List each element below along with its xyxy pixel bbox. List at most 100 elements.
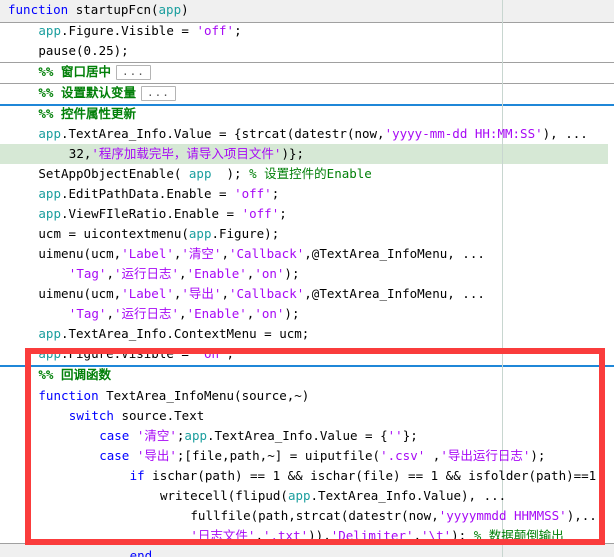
token-kw: function xyxy=(8,2,76,17)
code-line[interactable]: if ischar(path) == 1 && ischar(file) == … xyxy=(0,466,614,486)
code-line[interactable]: app.ViewFIleRatio.Enable = 'off'; xyxy=(0,204,614,224)
token-plain: }; xyxy=(402,428,418,443)
token-kw: if xyxy=(129,468,145,483)
token-prop: app xyxy=(38,126,61,141)
code-line[interactable]: app.TextArea_Info.Value = {strcat(datest… xyxy=(0,124,614,144)
code-line[interactable]: ucm = uicontextmenu(app.Figure); xyxy=(0,224,614,244)
token-prop: app xyxy=(38,186,61,201)
code-line-text: %% 回调函数 xyxy=(0,365,111,385)
code-line-text: app.TextArea_Info.Value = {strcat(datest… xyxy=(0,124,588,144)
code-line-text: ucm = uicontextmenu(app.Figure); xyxy=(0,224,279,244)
code-line[interactable]: SetAppObjectEnable( app ); % 设置控件的Enable xyxy=(0,164,614,184)
token-prop: app xyxy=(38,23,61,38)
token-plain: source.Text xyxy=(113,408,205,423)
code-line[interactable]: fullfile(path,strcat(datestr(now,'yyyymm… xyxy=(0,506,614,526)
code-line[interactable]: 'Tag','运行日志','Enable','on'); xyxy=(0,304,614,324)
token-plain: ; xyxy=(234,23,242,38)
token-str: 'off' xyxy=(196,23,235,38)
code-line[interactable]: 'Tag','运行日志','Enable','on'); xyxy=(0,264,614,284)
token-plain: ,@TextArea_InfoMenu, ... xyxy=(304,246,485,261)
token-com: % 数据颠倒输出 xyxy=(473,528,564,543)
matlab-code-editor[interactable]: function startupFcn(app) app.Figure.Visib… xyxy=(0,0,614,557)
code-line[interactable]: %% 控件属性更新 xyxy=(0,104,614,124)
code-line[interactable]: switch source.Text xyxy=(0,406,614,426)
token-plain: )), xyxy=(308,528,331,543)
code-line-text: %% 设置默认变量 xyxy=(0,83,136,103)
token-plain: , xyxy=(106,306,114,321)
code-fold-chip[interactable]: ... xyxy=(140,86,176,101)
token-plain: .Figure); xyxy=(211,226,280,241)
token-plain: ); xyxy=(451,528,474,543)
token-prop: app xyxy=(38,206,61,221)
token-plain: , xyxy=(179,266,187,281)
token-plain: ); xyxy=(211,166,250,181)
code-line-text: '日志文件','.txt')),'Delimiter','\t'); % 数据颠… xyxy=(0,526,564,546)
code-line[interactable]: function startupFcn(app) xyxy=(0,0,614,20)
token-plain: ucm = uicontextmenu( xyxy=(38,226,189,241)
code-line[interactable]: pause(0.25); xyxy=(0,41,614,61)
code-line[interactable]: function TextArea_InfoMenu(source,~) xyxy=(0,386,614,406)
code-line-text: app.Figure.Visible = 'on'; xyxy=(0,344,234,364)
token-str: '导出' xyxy=(136,448,177,463)
code-line[interactable]: app.EditPathData.Enable = 'off'; xyxy=(0,184,614,204)
code-line-text: 32,'程序加载完毕，请导入项目文件')}; xyxy=(0,144,304,164)
token-str: 'Enable' xyxy=(186,306,247,321)
code-line[interactable]: case '清空';app.TextArea_Info.Value = {''}… xyxy=(0,426,614,446)
code-line[interactable]: app.Figure.Visible = 'off'; xyxy=(0,21,614,41)
token-str: 'yyyymmdd HHMMSS' xyxy=(438,508,567,523)
code-fold-chip[interactable]: ... xyxy=(115,65,151,80)
code-line-text: switch source.Text xyxy=(0,406,204,426)
code-line-text: 'Tag','运行日志','Enable','on'); xyxy=(0,304,300,324)
token-str: '.txt' xyxy=(262,528,309,543)
code-line-text: case '清空';app.TextArea_Info.Value = {''}… xyxy=(0,426,418,446)
token-plain: .TextArea_Info.Value = {strcat(datestr(n… xyxy=(60,126,385,141)
token-prop: app xyxy=(184,428,207,443)
token-plain: .ViewFIleRatio.Enable = xyxy=(60,206,242,221)
token-plain: .TextArea_Info.Value = { xyxy=(207,428,388,443)
code-line-text: uimenu(ucm,'Label','清空','Callback',@Text… xyxy=(0,244,485,264)
token-plain: , xyxy=(255,528,263,543)
code-line[interactable]: %% 回调函数 xyxy=(0,365,614,385)
code-line[interactable]: 32,'程序加载完毕，请导入项目文件')}; xyxy=(0,144,614,164)
code-line[interactable]: writecell(flipud(app.TextArea_Info.Value… xyxy=(0,486,614,506)
token-str: '.csv' xyxy=(380,448,426,463)
code-line-text: 'Tag','运行日志','Enable','on'); xyxy=(0,264,300,284)
code-line-text: end xyxy=(0,546,153,557)
token-str: '清空' xyxy=(136,428,177,443)
code-line[interactable]: end xyxy=(0,546,614,557)
token-plain: SetAppObjectEnable( xyxy=(38,166,189,181)
token-str: '运行日志' xyxy=(113,266,180,281)
token-str: 'on' xyxy=(196,346,227,361)
token-plain: ) xyxy=(181,2,189,17)
token-str: 'on' xyxy=(254,266,285,281)
token-str: 'off' xyxy=(241,206,280,221)
token-sec: %% 设置默认变量 xyxy=(38,85,136,100)
code-line[interactable]: %% 设置默认变量... xyxy=(0,83,614,103)
token-plain: uimenu(ucm, xyxy=(38,246,122,261)
token-plain: ; xyxy=(226,346,235,361)
code-line-text: SetAppObjectEnable( app ); % 设置控件的Enable xyxy=(0,164,371,184)
token-str: '\t' xyxy=(421,528,452,543)
code-line[interactable]: '日志文件','.txt')),'Delimiter','\t'); % 数据颠… xyxy=(0,526,614,546)
token-plain: 32, xyxy=(68,146,92,161)
token-kw: switch xyxy=(68,408,114,423)
code-line[interactable]: case '导出';[file,path,~] = uiputfile('.cs… xyxy=(0,446,614,466)
code-line[interactable]: %% 窗口居中... xyxy=(0,62,614,82)
token-prop: app xyxy=(188,166,212,181)
token-str: '程序加载完毕，请导入项目文件' xyxy=(91,146,282,161)
code-line[interactable]: app.TextArea_Info.ContextMenu = ucm; xyxy=(0,324,614,344)
code-line[interactable]: uimenu(ucm,'Label','导出','Callback',@Text… xyxy=(0,284,614,304)
token-sec: %% 控件属性更新 xyxy=(38,106,136,121)
token-prop: app xyxy=(38,326,61,341)
code-line-text: pause(0.25); xyxy=(0,41,128,61)
token-str: '运行日志' xyxy=(113,306,180,321)
token-plain: ), ... xyxy=(542,126,588,141)
token-str: '日志文件' xyxy=(190,528,256,543)
code-line[interactable]: app.Figure.Visible = 'on'; xyxy=(0,344,614,364)
token-plain: writecell(flipud( xyxy=(160,488,288,503)
code-line-text: fullfile(path,strcat(datestr(now,'yyyymm… xyxy=(0,506,604,526)
token-kw: function xyxy=(38,388,107,403)
token-plain: , xyxy=(221,286,229,301)
code-line[interactable]: uimenu(ucm,'Label','清空','Callback',@Text… xyxy=(0,244,614,264)
